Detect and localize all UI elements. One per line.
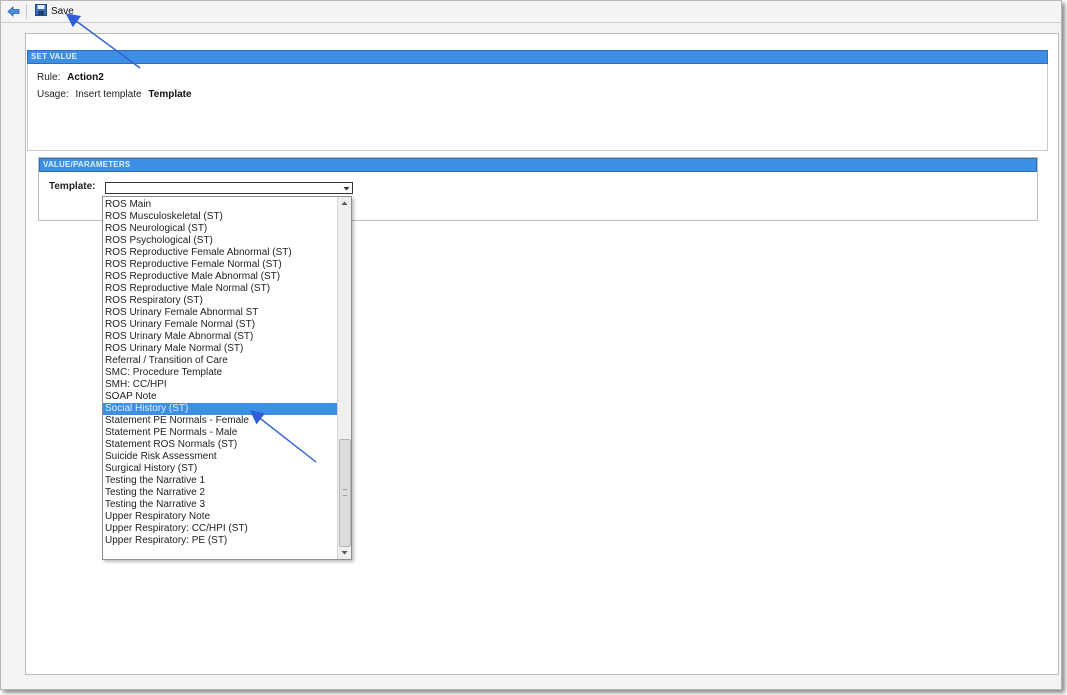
dropdown-option[interactable]: ROS Urinary Male Normal (ST) bbox=[103, 343, 337, 355]
dropdown-option[interactable]: Upper Respiratory: CC/HPI (ST) bbox=[103, 523, 337, 535]
dropdown-scrollbar[interactable] bbox=[337, 197, 351, 559]
dropdown-option[interactable]: ROS Psychological (ST) bbox=[103, 235, 337, 247]
toolbar-separator bbox=[26, 4, 27, 19]
template-select[interactable] bbox=[105, 182, 353, 194]
dropdown-option[interactable]: ROS Urinary Female Abnormal ST bbox=[103, 307, 337, 319]
back-arrow-icon[interactable] bbox=[7, 5, 21, 18]
dropdown-option[interactable]: SMC: Procedure Template bbox=[103, 367, 337, 379]
dropdown-option[interactable]: Upper Respiratory: PE (ST) bbox=[103, 535, 337, 547]
dropdown-option[interactable]: Statement PE Normals - Female bbox=[103, 415, 337, 427]
usage-value-type: Insert template bbox=[75, 89, 142, 100]
dropdown-option[interactable]: SMH: CC/HPI bbox=[103, 379, 337, 391]
scroll-up-icon[interactable] bbox=[340, 199, 349, 208]
rule-row: Rule: Action2 bbox=[37, 72, 104, 83]
dropdown-option[interactable]: Testing the Narrative 3 bbox=[103, 499, 337, 511]
toolbar: Save bbox=[1, 1, 1061, 23]
dropdown-option[interactable]: Statement ROS Normals (ST) bbox=[103, 439, 337, 451]
dropdown-option[interactable]: ROS Urinary Female Normal (ST) bbox=[103, 319, 337, 331]
usage-row: Usage: Insert template Template bbox=[37, 89, 192, 100]
rule-value: Action2 bbox=[67, 72, 104, 83]
dropdown-option[interactable]: Referral / Transition of Care bbox=[103, 355, 337, 367]
dropdown-option[interactable]: ROS Reproductive Female Abnormal (ST) bbox=[103, 247, 337, 259]
dropdown-option[interactable]: Statement PE Normals - Male bbox=[103, 427, 337, 439]
save-button-label: Save bbox=[51, 6, 74, 17]
scrollbar-thumb[interactable] bbox=[339, 439, 351, 547]
value-parameters-header: VALUE/PARAMETERS bbox=[39, 158, 1037, 172]
dropdown-option[interactable]: ROS Urinary Male Abnormal (ST) bbox=[103, 331, 337, 343]
dropdown-option[interactable]: Surgical History (ST) bbox=[103, 463, 337, 475]
dropdown-option[interactable]: SOAP Note bbox=[103, 391, 337, 403]
template-dropdown-list[interactable]: ROS Main ROS Musculoskeletal (ST) ROS Neur… bbox=[102, 196, 352, 560]
usage-label: Usage: bbox=[37, 89, 69, 100]
set-value-header: SET VALUE bbox=[27, 50, 1048, 64]
dropdown-option[interactable]: ROS Reproductive Female Normal (ST) bbox=[103, 259, 337, 271]
dropdown-option[interactable]: Testing the Narrative 2 bbox=[103, 487, 337, 499]
floppy-disk-icon bbox=[35, 4, 47, 19]
scroll-down-icon[interactable] bbox=[340, 548, 349, 557]
dropdown-option[interactable]: Testing the Narrative 1 bbox=[103, 475, 337, 487]
dropdown-option[interactable]: ROS Respiratory (ST) bbox=[103, 295, 337, 307]
dropdown-option[interactable]: ROS Main bbox=[103, 199, 337, 211]
usage-value-name: Template bbox=[148, 89, 192, 100]
dropdown-option[interactable]: Social History (ST) bbox=[103, 403, 337, 415]
dropdown-option[interactable]: Upper Respiratory Note bbox=[103, 511, 337, 523]
template-label: Template: bbox=[49, 181, 96, 192]
set-value-section bbox=[27, 50, 1048, 151]
dropdown-option[interactable]: ROS Neurological (ST) bbox=[103, 223, 337, 235]
save-button[interactable]: Save bbox=[33, 3, 78, 20]
scrollbar-grip bbox=[343, 489, 347, 496]
chevron-down-icon[interactable] bbox=[343, 184, 350, 191]
dropdown-option[interactable]: ROS Reproductive Male Normal (ST) bbox=[103, 283, 337, 295]
rule-label: Rule: bbox=[37, 72, 61, 83]
dropdown-options: ROS Main ROS Musculoskeletal (ST) ROS Neur… bbox=[103, 197, 337, 559]
dropdown-option[interactable]: ROS Musculoskeletal (ST) bbox=[103, 211, 337, 223]
dropdown-option[interactable]: Suicide Risk Assessment bbox=[103, 451, 337, 463]
dropdown-option[interactable]: ROS Reproductive Male Abnormal (ST) bbox=[103, 271, 337, 283]
